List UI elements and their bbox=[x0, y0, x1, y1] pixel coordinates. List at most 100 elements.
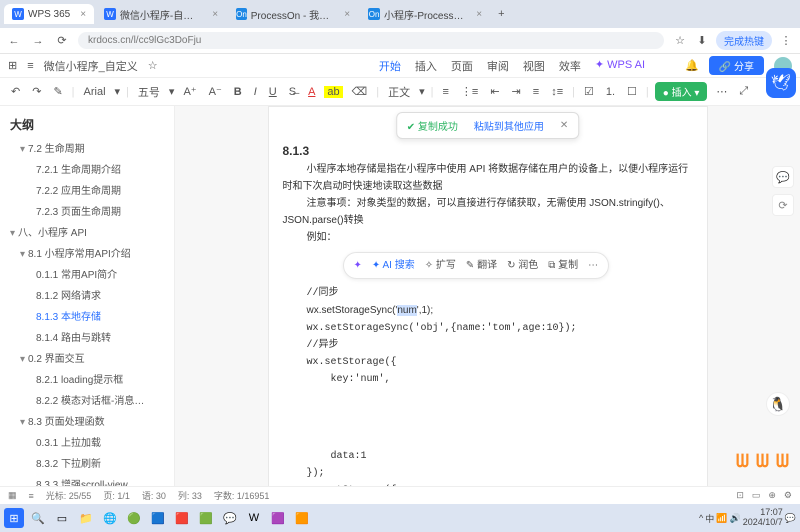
star-icon[interactable]: ☆ bbox=[672, 34, 688, 47]
ordered-icon[interactable]: 1. bbox=[603, 86, 618, 98]
tray-wifi-icon[interactable]: 📶 bbox=[716, 513, 727, 524]
outline-item[interactable]: 8.3.3 增强scroll-view bbox=[4, 473, 170, 486]
clear-format-icon[interactable]: ⌫ bbox=[349, 85, 371, 98]
more-icon[interactable]: ⋯ bbox=[713, 85, 730, 98]
ai-expand[interactable]: ✧ 扩写 bbox=[425, 257, 456, 274]
outline-item[interactable]: 0.1.1 常用API简介 bbox=[4, 263, 170, 284]
italic-icon[interactable]: I bbox=[251, 86, 260, 98]
strike-icon[interactable]: S̶ bbox=[286, 86, 299, 98]
outline-item[interactable]: ▾7.2 生命周期 bbox=[4, 137, 170, 158]
tab-review[interactable]: 审阅 bbox=[487, 58, 509, 74]
tray-volume-icon[interactable]: 🔊 bbox=[730, 513, 741, 524]
outline-item[interactable]: ▾0.2 界面交互 bbox=[4, 347, 170, 368]
clock-date[interactable]: 2024/10/7 bbox=[743, 518, 783, 528]
reload-icon[interactable]: ⟳ bbox=[54, 34, 70, 47]
ai-polish[interactable]: ↻ 润色 bbox=[507, 257, 538, 274]
assistant-bird-icon[interactable]: 🕊 bbox=[766, 68, 796, 98]
view-icon[interactable]: ⊡ bbox=[736, 490, 744, 501]
share-button[interactable]: 🔗 分享 bbox=[709, 56, 764, 75]
app-icon[interactable]: 🟥 bbox=[172, 508, 192, 528]
back-icon[interactable]: ← bbox=[6, 35, 22, 47]
indent-right-icon[interactable]: ⇥ bbox=[509, 85, 524, 98]
tray-chevron-icon[interactable]: ^ bbox=[699, 513, 703, 523]
bold-icon[interactable]: B bbox=[231, 86, 245, 98]
edge-icon[interactable]: 🌐 bbox=[100, 508, 120, 528]
outline-item[interactable]: 8.2.1 loading提示框 bbox=[4, 368, 170, 389]
app-icon[interactable]: 🟪 bbox=[268, 508, 288, 528]
browser-tab[interactable]: On小程序-ProcessOn× bbox=[360, 3, 490, 26]
outline-item[interactable]: 8.3.2 下拉刷新 bbox=[4, 452, 170, 473]
outline-item[interactable]: ▾8.1 小程序常用API介绍 bbox=[4, 242, 170, 263]
list-icon[interactable]: ≡ bbox=[29, 491, 34, 501]
app-icon[interactable]: W bbox=[244, 508, 264, 528]
number-list-icon[interactable]: ⋮≡ bbox=[458, 85, 481, 98]
document-page[interactable]: 8.1.3 小程序本地存储是指在小程序中使用 API 将数据存储在用户的设备上，… bbox=[268, 106, 708, 486]
download-icon[interactable]: ⬇ bbox=[694, 34, 710, 47]
format-painter-icon[interactable]: ✎ bbox=[50, 85, 65, 98]
history-icon[interactable]: ⟳ bbox=[772, 194, 794, 216]
forward-icon[interactable]: → bbox=[30, 35, 46, 47]
explorer-icon[interactable]: 📁 bbox=[76, 508, 96, 528]
grid-icon[interactable]: ▦ bbox=[8, 490, 17, 501]
wps-ai-button[interactable]: ✦ WPS AI bbox=[595, 58, 645, 74]
app-menu-icon[interactable]: ⊞ bbox=[8, 59, 17, 72]
outline-item[interactable]: 8.1.4 路由与跳转 bbox=[4, 326, 170, 347]
chrome-icon[interactable]: 🟢 bbox=[124, 508, 144, 528]
app-icon[interactable]: 🟩 bbox=[196, 508, 216, 528]
app-icon[interactable]: 🟦 bbox=[148, 508, 168, 528]
highlight-icon[interactable]: ab bbox=[324, 86, 342, 98]
outline-item[interactable]: 0.3.1 上拉加载 bbox=[4, 431, 170, 452]
comment-icon[interactable]: 💬 bbox=[772, 166, 794, 188]
font-color-icon[interactable]: A bbox=[305, 86, 318, 98]
line-spacing-icon[interactable]: ↕≡ bbox=[548, 86, 566, 98]
hamburger-icon[interactable]: ≡ bbox=[27, 60, 33, 72]
ai-translate[interactable]: ✎ 翻译 bbox=[466, 257, 497, 274]
align-icon[interactable]: ≡ bbox=[530, 86, 542, 98]
tab-page[interactable]: 页面 bbox=[451, 58, 473, 74]
menu-icon[interactable]: ⋮ bbox=[778, 34, 794, 47]
search-icon[interactable]: 🔍 bbox=[28, 508, 48, 528]
doc-title[interactable]: 微信小程序_自定义 bbox=[44, 58, 138, 74]
clock-time[interactable]: 17:07 bbox=[743, 508, 783, 518]
ai-spark-icon[interactable]: ✦ bbox=[354, 257, 362, 274]
zoom-icon[interactable]: ⊕ bbox=[768, 490, 776, 501]
close-icon[interactable]: × bbox=[344, 9, 350, 20]
notifications-icon[interactable]: 💬 bbox=[785, 513, 796, 524]
close-icon[interactable]: × bbox=[212, 9, 218, 20]
settings-chip[interactable]: 完成热键 bbox=[716, 31, 772, 50]
outline-item[interactable]: 7.2.2 应用生命周期 bbox=[4, 179, 170, 200]
redo-icon[interactable]: ↷ bbox=[29, 85, 44, 98]
close-icon[interactable]: × bbox=[80, 9, 86, 20]
ai-search[interactable]: ✦ AI 搜索 bbox=[372, 257, 415, 274]
bullet-list-icon[interactable]: ≡ bbox=[439, 86, 451, 98]
outline-item[interactable]: 7.2.3 页面生命周期 bbox=[4, 200, 170, 221]
task-view-icon[interactable]: ▭ bbox=[52, 508, 72, 528]
insert-button[interactable]: ● 插入 ▾ bbox=[655, 82, 708, 101]
outline-item[interactable]: 8.1.2 网络请求 bbox=[4, 284, 170, 305]
outline-item[interactable]: 7.2.1 生命周期介绍 bbox=[4, 158, 170, 179]
task-list-icon[interactable]: ☑ bbox=[581, 85, 597, 98]
tab-efficiency[interactable]: 效率 bbox=[559, 58, 581, 74]
font-select[interactable]: Arial bbox=[81, 86, 109, 98]
tray-lang[interactable]: 中 bbox=[705, 512, 714, 525]
ai-more-icon[interactable]: ⋯ bbox=[588, 257, 598, 274]
increase-font-icon[interactable]: A⁺ bbox=[180, 85, 199, 98]
outline-item[interactable]: 8.1.3 本地存储 bbox=[4, 305, 170, 326]
close-icon[interactable]: ✕ bbox=[560, 120, 568, 131]
ai-copy[interactable]: ⧉ 复制 bbox=[548, 257, 578, 274]
paste-link[interactable]: 粘贴到其他应用 bbox=[474, 118, 544, 133]
outline-item[interactable]: 8.2.2 模态对话框-消息… bbox=[4, 389, 170, 410]
outline-item[interactable]: ▾八、小程序 API bbox=[4, 221, 170, 242]
browser-tab[interactable]: OnProcessOn - 我的文件× bbox=[228, 3, 358, 26]
app-icon[interactable]: 🟧 bbox=[292, 508, 312, 528]
assistant-penguin-icon[interactable]: 🐧 bbox=[766, 392, 790, 416]
tab-view[interactable]: 视图 bbox=[523, 58, 545, 74]
browser-tab[interactable]: W微信小程序-自定义× bbox=[96, 3, 226, 26]
tab-start[interactable]: 开始 bbox=[379, 58, 401, 74]
view-icon[interactable]: ▭ bbox=[752, 490, 761, 501]
tab-insert[interactable]: 插入 bbox=[415, 58, 437, 74]
star-icon[interactable]: ☆ bbox=[148, 59, 158, 72]
size-select[interactable]: 五号 bbox=[135, 84, 163, 100]
decrease-font-icon[interactable]: A⁻ bbox=[206, 85, 225, 98]
expand-icon[interactable]: ⤢ bbox=[736, 85, 751, 98]
